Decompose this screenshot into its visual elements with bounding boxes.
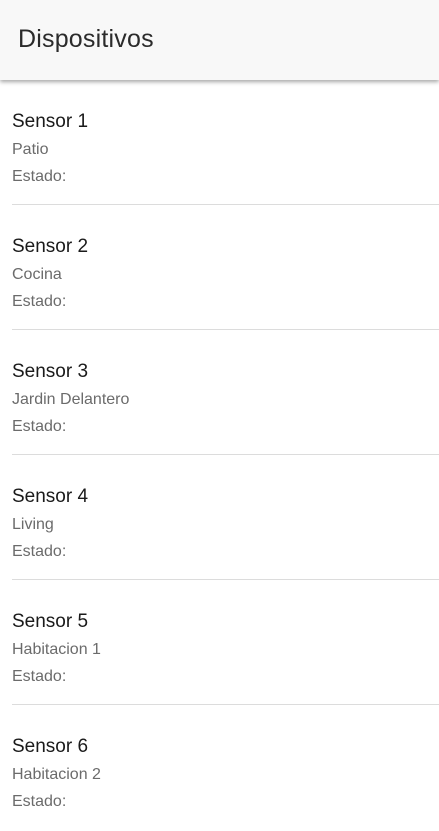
device-item-sensor-4[interactable]: Sensor 4 Living Estado: [0,455,439,580]
device-item-sensor-2[interactable]: Sensor 2 Cocina Estado: [0,205,439,330]
device-location: Habitacion 1 [12,641,101,658]
device-status: Estado: [12,418,67,435]
app-screen: Dispositivos Sensor 1 Patio Estado: Sens… [0,0,439,831]
device-item-sensor-5[interactable]: Sensor 5 Habitacion 1 Estado: [0,580,439,705]
device-name: Sensor 6 [12,736,89,757]
device-location: Patio [12,141,49,158]
device-name: Sensor 5 [12,611,89,632]
device-name: Sensor 4 [12,486,89,507]
device-item-sensor-6[interactable]: Sensor 6 Habitacion 2 Estado: [0,705,439,830]
device-item-sensor-3[interactable]: Sensor 3 Jardin Delantero Estado: [0,330,439,455]
page-title: Dispositivos [18,24,154,53]
device-name: Sensor 3 [12,361,89,382]
device-location: Cocina [12,266,62,283]
device-item-sensor-1[interactable]: Sensor 1 Patio Estado: [0,80,439,205]
device-list: Sensor 1 Patio Estado: Sensor 2 Cocina E… [0,80,439,830]
device-status: Estado: [12,293,67,310]
device-status: Estado: [12,793,67,810]
toolbar: Dispositivos [0,0,439,80]
device-status: Estado: [12,668,67,685]
device-location: Jardin Delantero [12,391,130,408]
device-status: Estado: [12,168,67,185]
device-status: Estado: [12,543,67,560]
device-name: Sensor 1 [12,111,89,132]
device-name: Sensor 2 [12,236,89,257]
device-location: Living [12,516,54,533]
device-location: Habitacion 2 [12,766,101,783]
